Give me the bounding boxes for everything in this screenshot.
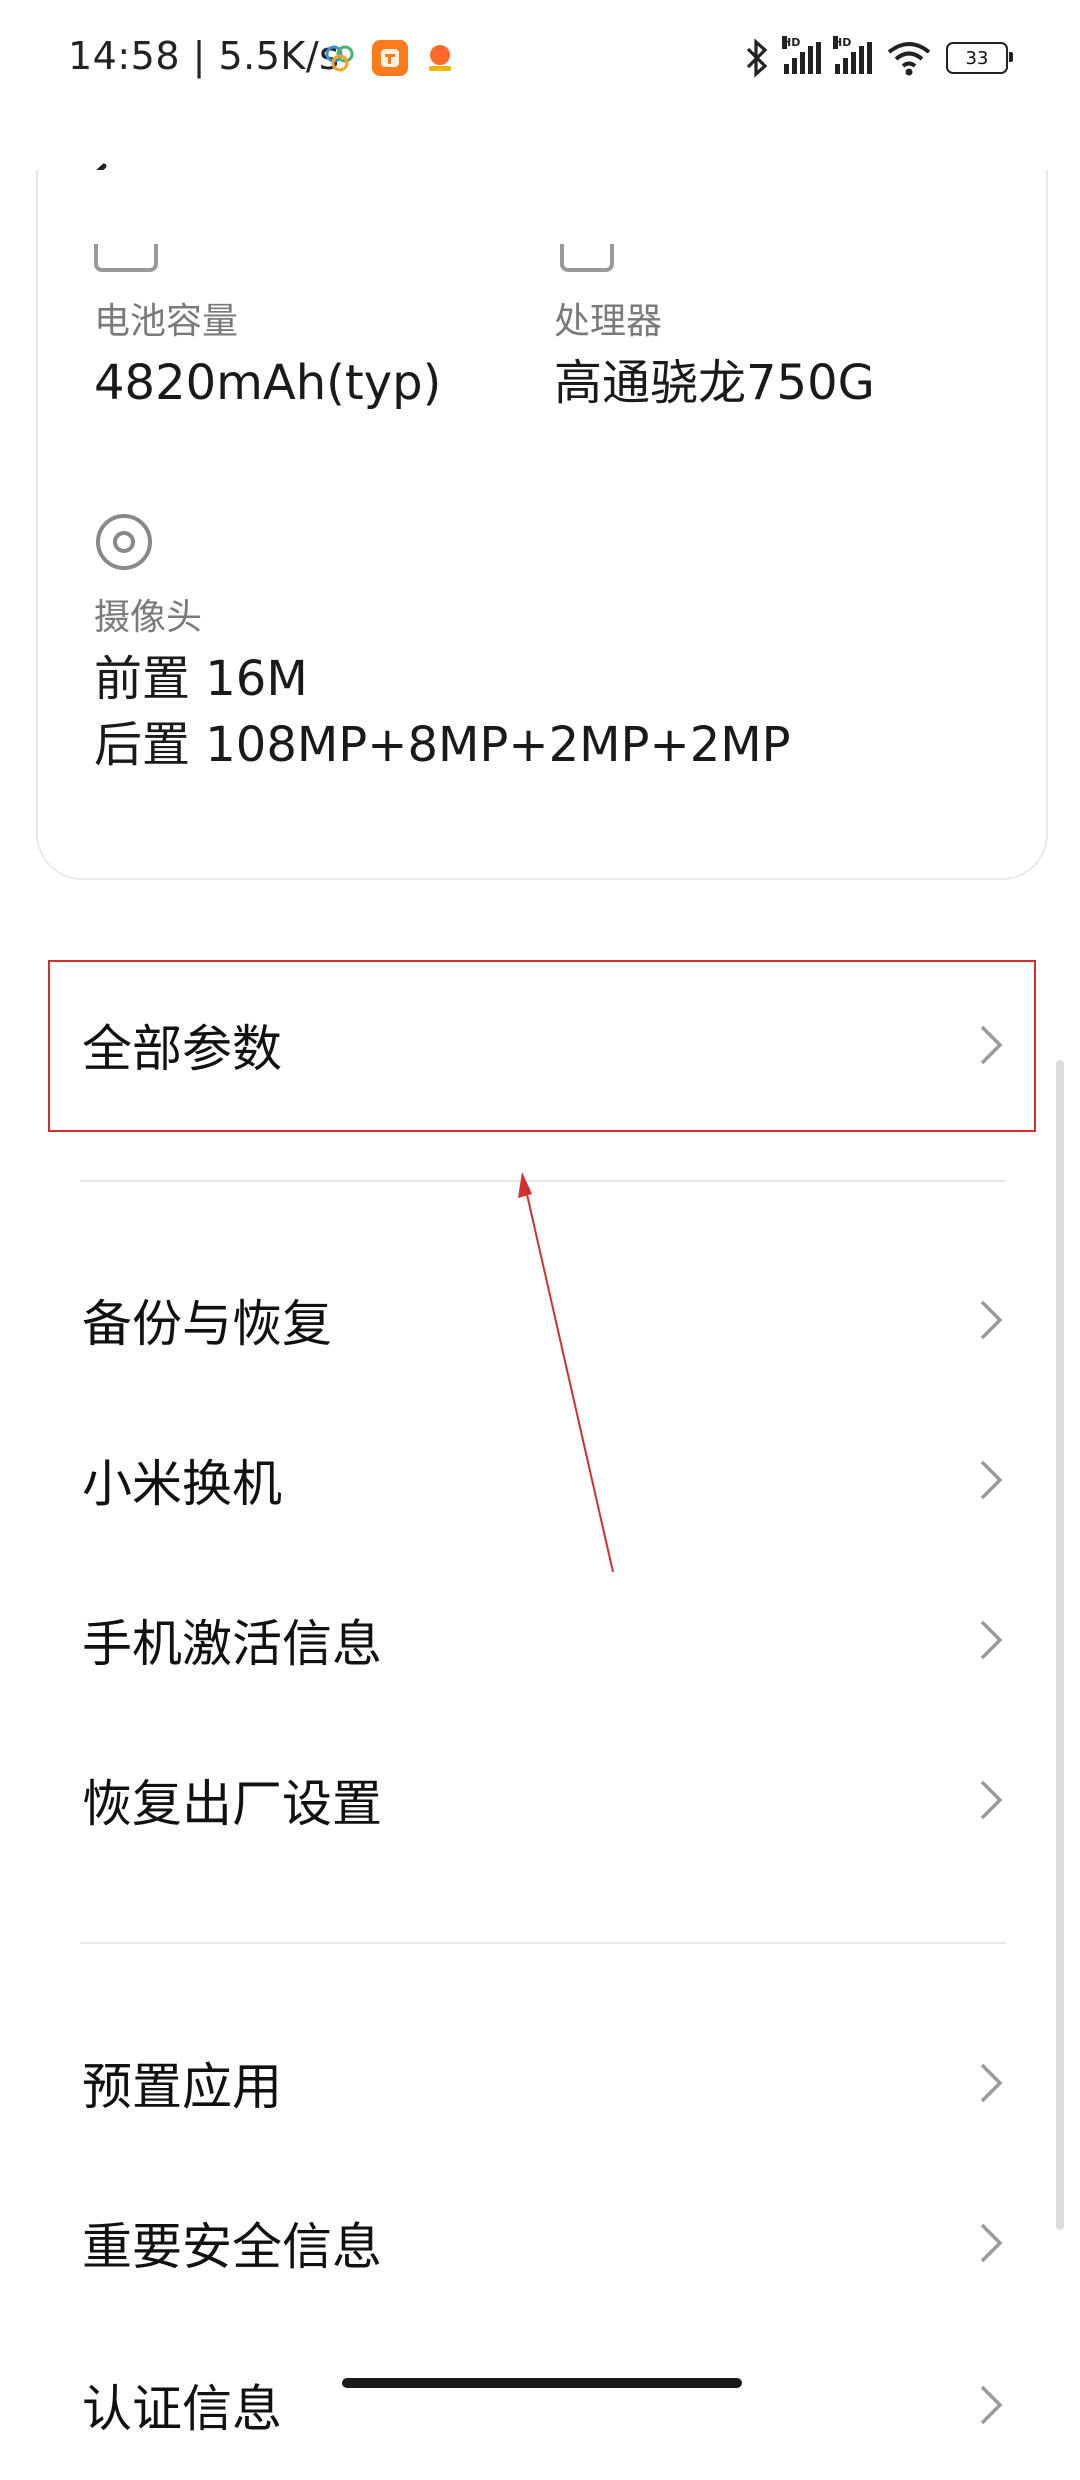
menu-item-safety-info[interactable]: 重要安全信息 (36, 2168, 1044, 2318)
spec-battery: 电池容量 4820mAh(typ) (94, 292, 441, 416)
divider (80, 1942, 1006, 1944)
menu-label-activation-info: 手机激活信息 (82, 1615, 382, 1673)
chevron-right-icon (980, 2385, 1003, 2425)
spec-camera-label: 摄像头 (94, 597, 203, 638)
status-time: 14:58 | 5.5K/s (68, 34, 340, 78)
signal-icon-2: HD (833, 36, 872, 74)
spec-camera-rear: 后置 108MP+8MP+2MP+2MP (94, 717, 791, 773)
signal-icon: HD (782, 36, 821, 74)
wifi-icon (887, 42, 931, 76)
taobao-app-icon (372, 40, 408, 76)
menu-label-backup-restore: 备份与恢复 (82, 1295, 332, 1353)
chevron-right-icon (980, 2223, 1003, 2263)
status-indicators: HD HD 33 (744, 36, 1013, 80)
chevron-right-icon (980, 2063, 1003, 2103)
menu-label-preinstalled-apps: 预置应用 (82, 2058, 282, 2116)
chevron-right-icon (980, 1460, 1003, 1500)
spec-battery-label: 电池容量 (94, 301, 239, 342)
status-app-icons (322, 36, 458, 80)
notification-app-icon-1 (322, 40, 358, 76)
menu-item-factory-reset[interactable]: 恢复出厂设置 (36, 1725, 1044, 1875)
scrollbar[interactable] (1056, 1060, 1064, 2230)
processor-spec-icon (560, 244, 614, 272)
menu-label-certification: 认证信息 (82, 2380, 282, 2438)
menu-item-certification[interactable]: 认证信息 (36, 2330, 1044, 2480)
spec-processor: 处理器 高通骁龙750G (554, 292, 875, 416)
spec-battery-value: 4820mAh(typ) (94, 355, 442, 411)
camera-icon (96, 514, 152, 570)
status-bar: 14:58 | 5.5K/s HD HD 33 (0, 0, 1080, 120)
chevron-right-icon (980, 1300, 1003, 1340)
spec-camera-front: 前置 16M (94, 651, 308, 707)
notification-app-icon-3 (422, 40, 458, 76)
menu-label-factory-reset: 恢复出厂设置 (82, 1775, 382, 1833)
annotation-highlight-box (48, 960, 1036, 1132)
menu-item-preinstalled-apps[interactable]: 预置应用 (36, 2008, 1044, 2158)
device-spec-card: 电池容量 4820mAh(typ) 处理器 高通骁龙750G 摄像头 前置 16… (36, 170, 1048, 880)
battery-icon: 33 (946, 42, 1013, 74)
spec-processor-value: 高通骁龙750G (554, 355, 875, 411)
menu-label-safety-info: 重要安全信息 (82, 2218, 382, 2276)
chevron-right-icon (980, 1620, 1003, 1660)
spec-processor-label: 处理器 (554, 301, 663, 342)
battery-spec-icon (94, 244, 158, 272)
menu-item-mi-mover[interactable]: 小米换机 (36, 1405, 1044, 1555)
chevron-right-icon (980, 1780, 1003, 1820)
menu-item-activation-info[interactable]: 手机激活信息 (36, 1565, 1044, 1715)
divider (80, 1180, 1006, 1182)
menu-label-mi-mover: 小米换机 (82, 1455, 282, 1513)
bluetooth-icon (746, 38, 768, 78)
menu-item-backup-restore[interactable]: 备份与恢复 (36, 1245, 1044, 1395)
home-indicator[interactable] (342, 2378, 742, 2388)
spec-camera: 摄像头 前置 16M 后置 108MP+8MP+2MP+2MP (94, 588, 791, 778)
